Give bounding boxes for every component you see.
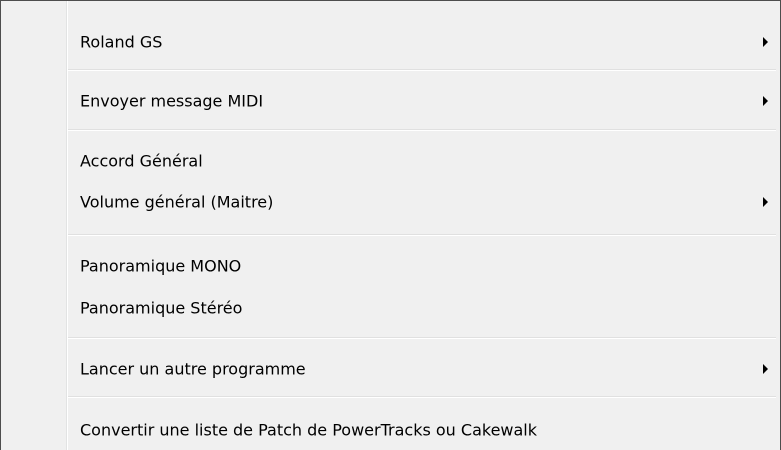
context-menu: Roland GS Envoyer message MIDI Accord Gé… — [0, 0, 781, 450]
menu-item-label: Envoyer message MIDI — [80, 91, 264, 111]
menu-item-label: Panoramique Stéréo — [80, 298, 243, 318]
menu-separator — [68, 337, 776, 339]
menu-item-label: Panoramique MONO — [80, 256, 242, 276]
menu-item-convertir-patch[interactable]: Convertir une liste de Patch de PowerTra… — [68, 410, 776, 450]
menu-item-label: Volume général (Maitre) — [80, 192, 274, 212]
menu-item-panoramique-mono[interactable]: Panoramique MONO — [68, 246, 776, 286]
menu-item-lancer-programme[interactable]: Lancer un autre programme — [68, 349, 776, 389]
menu-item-volume-general[interactable]: Volume général (Maitre) — [68, 182, 776, 222]
submenu-arrow-icon — [763, 197, 768, 207]
menu-icon-gutter — [1, 1, 66, 450]
menu-separator — [68, 234, 776, 236]
submenu-arrow-icon — [763, 37, 768, 47]
menu-item-label: Convertir une liste de Patch de PowerTra… — [80, 420, 538, 440]
menu-item-label: Lancer un autre programme — [80, 359, 306, 379]
menu-item-envoyer-message-midi[interactable]: Envoyer message MIDI — [68, 81, 776, 121]
menu-separator — [68, 69, 776, 71]
submenu-arrow-icon — [763, 96, 768, 106]
menu-item-accord-general[interactable]: Accord Général — [68, 141, 776, 181]
submenu-arrow-icon — [763, 364, 768, 374]
menu-item-label: Roland GS — [80, 32, 163, 52]
menu-separator — [68, 396, 776, 398]
menu-item-label: Accord Général — [80, 151, 203, 171]
menu-item-panoramique-stereo[interactable]: Panoramique Stéréo — [68, 288, 776, 328]
menu-item-roland-gs[interactable]: Roland GS — [68, 22, 776, 62]
menu-separator — [68, 129, 776, 131]
